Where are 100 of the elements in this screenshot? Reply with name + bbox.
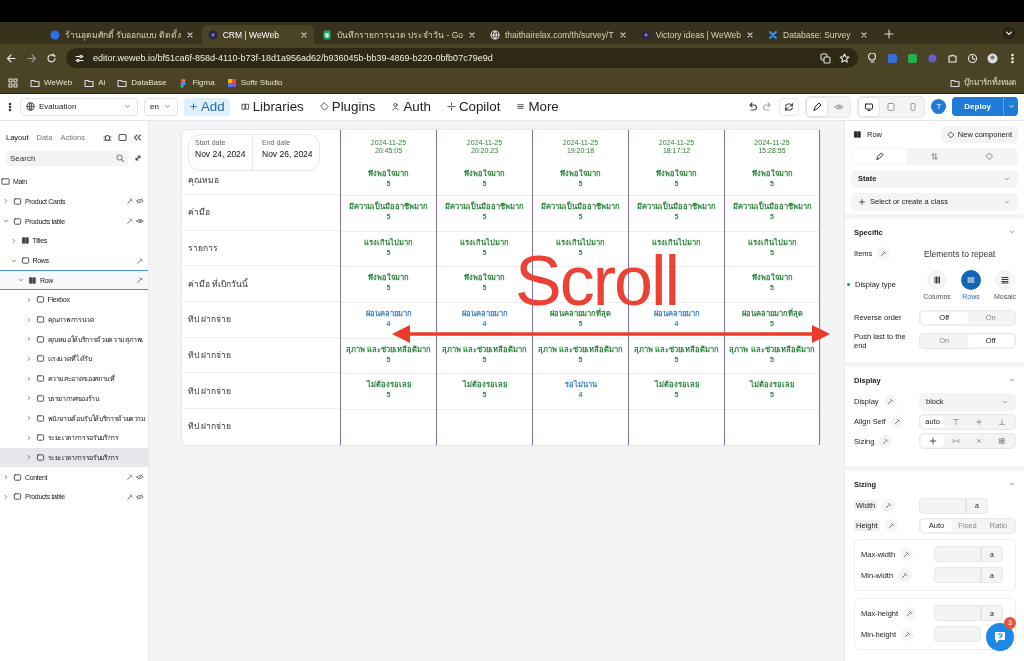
bookmark-star-icon[interactable] xyxy=(839,52,850,64)
pin-icon[interactable] xyxy=(136,276,144,285)
close-icon[interactable] xyxy=(860,30,868,39)
kebab-menu-icon[interactable] xyxy=(6,101,14,112)
folder-icon xyxy=(30,77,40,88)
close-icon[interactable] xyxy=(299,30,308,39)
bookmark[interactable]: DataBase xyxy=(117,77,167,88)
page-dropdown[interactable]: Evaluation xyxy=(20,97,138,116)
close-icon[interactable] xyxy=(185,30,194,39)
browser-tab[interactable]: บันทึกรายการนวด ประจำวัน - Go xyxy=(315,25,482,44)
menu-item-button[interactable]: More xyxy=(511,97,564,116)
bulb-icon[interactable] xyxy=(867,52,878,64)
forward-icon[interactable] xyxy=(26,52,37,64)
extension-icon[interactable] xyxy=(907,52,918,64)
inspector-tab[interactable] xyxy=(852,148,907,164)
site-info-icon[interactable] xyxy=(74,52,85,64)
reload-icon[interactable] xyxy=(46,52,57,64)
address-field[interactable]: editor.weweb.io/bf51ca6f-858d-4110-b73f-18d1a956ad62/b936045b-bb39-4869-b220-0bfb07c79e9d xyxy=(66,48,858,68)
bind-button[interactable] xyxy=(890,415,904,429)
user-avatar[interactable]: T xyxy=(931,99,947,115)
close-icon[interactable] xyxy=(746,30,754,39)
new-tab-icon[interactable] xyxy=(884,29,894,39)
language-dropdown[interactable]: en xyxy=(144,97,178,116)
menu-item-button[interactable]: Plugins xyxy=(314,97,381,116)
align-middle-icon xyxy=(975,417,984,426)
eye-off-icon[interactable] xyxy=(136,197,144,206)
menu-item-button[interactable]: Libraries xyxy=(235,97,309,116)
bind-button[interactable] xyxy=(879,434,893,448)
eye-off-icon[interactable] xyxy=(136,473,144,482)
bind-button[interactable] xyxy=(903,606,917,620)
chevron-right-icon[interactable] xyxy=(2,473,10,482)
extension-icon[interactable] xyxy=(927,52,938,64)
bind-button[interactable] xyxy=(884,519,898,533)
chevron-right-icon[interactable] xyxy=(2,197,10,206)
bind-button[interactable] xyxy=(877,247,891,261)
bind-button[interactable] xyxy=(898,568,912,582)
browser-tab[interactable]: ร้านอุดมศักดิ์ รับออกแบบ ติดตั้ง xyxy=(44,25,200,44)
help-button[interactable] xyxy=(986,622,1014,651)
number-input[interactable] xyxy=(934,546,981,563)
toggle-option[interactable] xyxy=(921,435,945,448)
deploy-button[interactable]: Deploy xyxy=(952,97,1003,117)
search-field[interactable]: Search xyxy=(6,150,128,166)
folder-icon xyxy=(117,77,128,88)
pin-icon[interactable] xyxy=(126,217,134,226)
add-button[interactable]: Add xyxy=(183,97,230,116)
bookmark[interactable]: Ai xyxy=(84,77,106,88)
refresh-button[interactable] xyxy=(779,97,800,116)
menu-item-button[interactable]: Auth xyxy=(386,97,436,116)
grid-icon xyxy=(998,437,1007,446)
collapse-icon[interactable] xyxy=(133,133,142,143)
close-icon[interactable] xyxy=(468,30,476,39)
pin-icon[interactable] xyxy=(126,473,134,482)
pin-icon[interactable] xyxy=(126,197,134,206)
eye-off-icon[interactable] xyxy=(136,492,144,501)
bind-button[interactable] xyxy=(900,547,914,561)
tab-list-icon[interactable] xyxy=(1002,26,1016,40)
back-icon[interactable] xyxy=(6,52,17,64)
browser-tab[interactable]: thaithairelax.com/th/survey/T xyxy=(484,25,633,44)
translate-icon[interactable] xyxy=(820,52,831,64)
extension-icon[interactable] xyxy=(887,52,898,64)
deploy-menu-button[interactable] xyxy=(1003,97,1018,117)
apps-grid-icon[interactable] xyxy=(8,77,18,88)
undo-icon[interactable] xyxy=(747,101,758,112)
bind-button[interactable] xyxy=(882,499,896,513)
row-label: ทิป ฝากจ่าย xyxy=(188,384,232,398)
rows-icon xyxy=(966,274,976,285)
bookmark[interactable]: Softr Studio xyxy=(226,77,283,88)
panel-icon[interactable] xyxy=(118,133,127,143)
number-input[interactable] xyxy=(919,497,966,514)
number-input[interactable] xyxy=(934,605,981,622)
pin-icon[interactable] xyxy=(136,256,144,265)
pin-icon xyxy=(903,550,911,558)
close-icon[interactable] xyxy=(618,30,627,39)
browser-tab[interactable]: Database: Survey xyxy=(762,25,874,44)
history-icon[interactable] xyxy=(967,52,978,64)
weweb-favicon xyxy=(207,29,218,40)
bind-button[interactable] xyxy=(901,627,915,641)
globe-icon xyxy=(26,102,35,112)
avatar-icon[interactable] xyxy=(987,52,998,64)
number-input[interactable] xyxy=(934,567,981,584)
mosaic-icon xyxy=(1000,274,1010,285)
columns-icon xyxy=(20,236,30,246)
bind-button[interactable] xyxy=(883,395,897,409)
date-value[interactable]: Nov 24, 2024 xyxy=(195,148,246,159)
mode-button[interactable] xyxy=(807,97,828,116)
bookmark[interactable]: WeWeb xyxy=(30,77,73,88)
bookmark[interactable]: Figma xyxy=(178,77,215,88)
eye-icon[interactable] xyxy=(136,217,144,226)
pin-icon[interactable] xyxy=(126,492,134,501)
expand-icon[interactable] xyxy=(134,154,142,163)
device-button[interactable] xyxy=(859,97,880,116)
columns-icon xyxy=(28,275,37,285)
bookmark[interactable]: บุ๊กมาร์กทั้งหมด xyxy=(950,76,1016,89)
chevron-right-icon[interactable] xyxy=(2,492,10,501)
menu-item-button[interactable]: Copilot xyxy=(441,97,506,116)
pin-icon xyxy=(880,250,888,258)
browser-tab[interactable]: CRM | WeWeb xyxy=(201,25,314,44)
spreadsheet-favicon xyxy=(321,29,332,40)
date-value[interactable]: Nov 26, 2024 xyxy=(262,148,313,159)
browser-tab[interactable]: Victory ideas | WeWeb xyxy=(634,25,760,44)
